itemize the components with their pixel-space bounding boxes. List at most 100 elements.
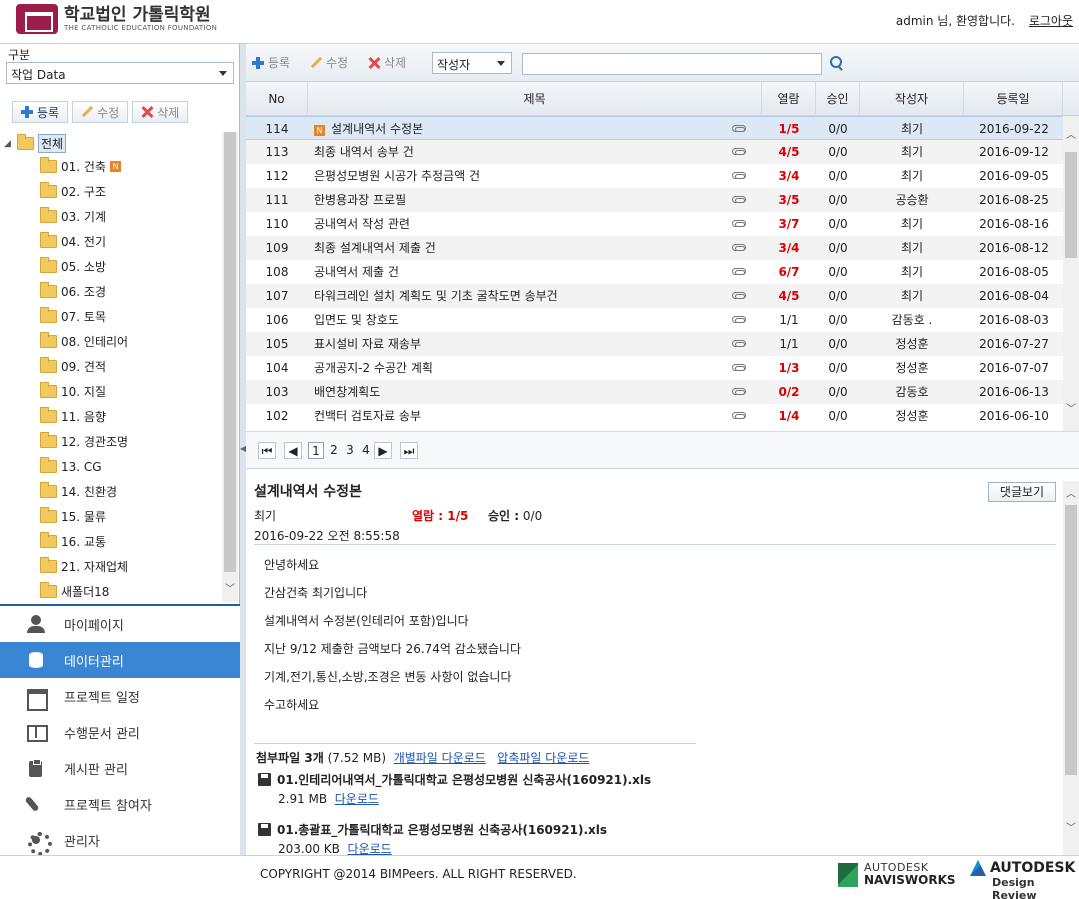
next-page-icon[interactable]: ▶ [374,442,392,459]
row-title[interactable]: N 설계내역서 수정본 [314,117,724,141]
edit-label: 수정 [326,56,349,70]
attachment-download-link[interactable]: 다운로드 [348,842,392,856]
row-title[interactable]: 배연창계획도 [314,380,724,404]
scroll-up-icon[interactable]: ︿ [1066,126,1076,141]
table-row[interactable]: 111 한병용과장 프로필 3/5 0/0 공승환 2016-08-25 [246,188,1063,212]
list-toolbar: 등록 수정 삭제 작성자 [246,44,1079,82]
table-row[interactable]: 107 타워크레인 설치 계획도 및 기초 굴착도면 송부건 4/5 0/0 최기 201… [246,284,1063,308]
comments-button[interactable]: 댓글보기 [988,482,1056,502]
row-title[interactable]: 공내역서 작성 관련 [314,212,724,236]
page-number[interactable]: 2 [326,442,342,459]
table-row[interactable]: 103 배연창계획도 0/2 0/0 감동호 2016-06-13 [246,380,1063,404]
tree-item[interactable]: 03. 기계 [4,204,224,229]
navisworks-logo[interactable]: AUTODESK NAVISWORKS [838,862,956,887]
tree-scrollbar[interactable]: ﹀ [222,132,238,602]
row-title[interactable]: 최종 설계내역서 제출 건 [314,236,724,260]
page-number[interactable]: 4 [358,442,374,459]
tree-add-button[interactable]: 등록 [12,101,69,123]
row-title[interactable]: 공개공지-2 수공간 계획 [314,356,724,380]
detail-scroll-thumb[interactable] [1065,505,1077,775]
col-date[interactable]: 등록일 [964,82,1063,116]
table-row[interactable]: 106 입면도 및 창호도 1/1 0/0 감동호 . 2016-08-03 [246,308,1063,332]
edit-button[interactable]: 수정 [310,54,348,71]
nav-item[interactable]: 프로젝트 참여자 [0,786,240,822]
table-row[interactable]: 104 공개공지-2 수공간 계획 1/3 0/0 정성훈 2016-07-07 [246,356,1063,380]
row-title[interactable]: 은평성모병원 시공가 추정금액 건 [314,164,724,188]
row-title[interactable]: 타워크레인 설치 계획도 및 기초 굴착도면 송부건 [314,284,724,308]
scroll-down-icon[interactable]: ﹀ [1066,819,1076,834]
nav-item[interactable]: 수행문서 관리 [0,714,240,750]
nav-item[interactable]: 게시판 관리 [0,750,240,786]
tree-item[interactable]: 14. 친환경 [4,479,224,504]
tree-item[interactable]: 13. CG [4,454,224,479]
nav-item[interactable]: 마이페이지 [0,606,240,642]
logout-link[interactable]: 로그아웃 [1029,12,1073,29]
tree-item[interactable]: 10. 지질 [4,379,224,404]
download-zip-link[interactable]: 압축파일 다운로드 [497,751,589,765]
table-row[interactable]: 112 은평성모병원 시공가 추정금액 건 3/4 0/0 최기 2016-09-05 [246,164,1063,188]
tree-item[interactable]: 01. 건축 N [4,154,224,179]
nav-item[interactable]: 관리자 [0,822,240,858]
col-read[interactable]: 열람 [762,82,816,116]
scroll-up-icon[interactable]: ︿ [1066,485,1076,500]
tree-root[interactable]: ◢ 전체 [4,132,224,154]
tree-item[interactable]: 새폴더18 [4,579,224,598]
first-page-icon[interactable]: ⏮ [258,442,276,459]
row-read: 1/1 [779,313,799,327]
grid-scrollbar[interactable]: ︿ ﹀ [1063,116,1079,468]
download-individual-link[interactable]: 개별파일 다운로드 [394,751,486,765]
table-row[interactable]: 114 N 설계내역서 수정본 1/5 0/0 최기 2016-09-22 [246,116,1063,140]
detail-scrollbar[interactable]: ︿ ﹀ [1063,481,1079,855]
author-filter-select[interactable]: 작성자 [432,52,512,74]
attachment-download-link[interactable]: 다운로드 [335,792,379,806]
tree-scroll-thumb[interactable] [224,132,236,572]
tree-item[interactable]: 09. 견적 [4,354,224,379]
tree-item[interactable]: 12. 경관조명 [4,429,224,454]
tree-item[interactable]: 07. 토목 [4,304,224,329]
tree-item[interactable]: 16. 교통 [4,529,224,554]
page-number[interactable]: 3 [342,442,358,459]
col-author[interactable]: 작성자 [860,82,964,116]
tree-item[interactable]: 08. 인테리어 [4,329,224,354]
row-date: 2016-09-12 [979,145,1049,159]
tree-item[interactable]: 04. 전기 [4,229,224,254]
prev-page-icon[interactable]: ◀ [284,442,302,459]
search-icon[interactable] [830,56,844,70]
tree-item[interactable]: 15. 물류 [4,504,224,529]
table-row[interactable]: 110 공내역서 작성 관련 3/7 0/0 최기 2016-08-16 [246,212,1063,236]
col-approve[interactable]: 승인 [816,82,860,116]
col-no[interactable]: No [246,82,308,116]
category-select[interactable]: 작업 Data [6,62,234,84]
tree-item[interactable]: 11. 음향 [4,404,224,429]
nav-item[interactable]: 데이터관리 [0,642,240,678]
row-title[interactable]: 공내역서 제출 건 [314,260,724,284]
row-title[interactable]: 최종 내역서 송부 건 [314,140,724,164]
table-row[interactable]: 108 공내역서 제출 건 6/7 0/0 최기 2016-08-05 [246,260,1063,284]
tree-edit-button[interactable]: 수정 [72,101,129,123]
row-title[interactable]: 표시설비 자료 재송부 [314,332,724,356]
search-input[interactable] [522,53,822,75]
row-title[interactable]: 한병용과장 프로필 [314,188,724,212]
col-title[interactable]: 제목 [308,82,762,116]
add-button[interactable]: 등록 [252,54,290,71]
row-title[interactable]: 입면도 및 창호도 [314,308,724,332]
nav-item[interactable]: 프로젝트 일정 [0,678,240,714]
table-row[interactable]: 109 최종 설계내역서 제출 건 3/4 0/0 최기 2016-08-12 [246,236,1063,260]
last-page-icon[interactable]: ⏭ [400,442,418,459]
delete-button[interactable]: 삭제 [368,54,406,71]
design-review-logo[interactable]: AUTODESK Design Review [970,860,1079,899]
tree-item[interactable]: 02. 구조 [4,179,224,204]
grid-scroll-thumb[interactable] [1065,152,1077,258]
tree-item[interactable]: 05. 소방 [4,254,224,279]
page-number[interactable]: 1 [308,442,324,459]
scroll-down-icon[interactable]: ﹀ [1066,400,1076,415]
table-row[interactable]: 102 컨백터 검토자료 송부 1/4 0/0 정성훈 2016-06-10 [246,404,1063,428]
table-row[interactable]: 105 표시설비 자료 재송부 1/1 0/0 정성훈 2016-07-27 [246,332,1063,356]
table-row[interactable]: 113 최종 내역서 송부 건 4/5 0/0 최기 2016-09-12 [246,140,1063,164]
tree-item[interactable]: 06. 조경 [4,279,224,304]
tree-delete-button[interactable]: 삭제 [132,101,189,123]
scroll-down-icon[interactable]: ﹀ [225,580,235,595]
row-title[interactable]: 컨백터 검토자료 송부 [314,404,724,428]
collapse-icon[interactable]: ◢ [4,139,13,149]
tree-item[interactable]: 21. 자재업체 [4,554,224,579]
